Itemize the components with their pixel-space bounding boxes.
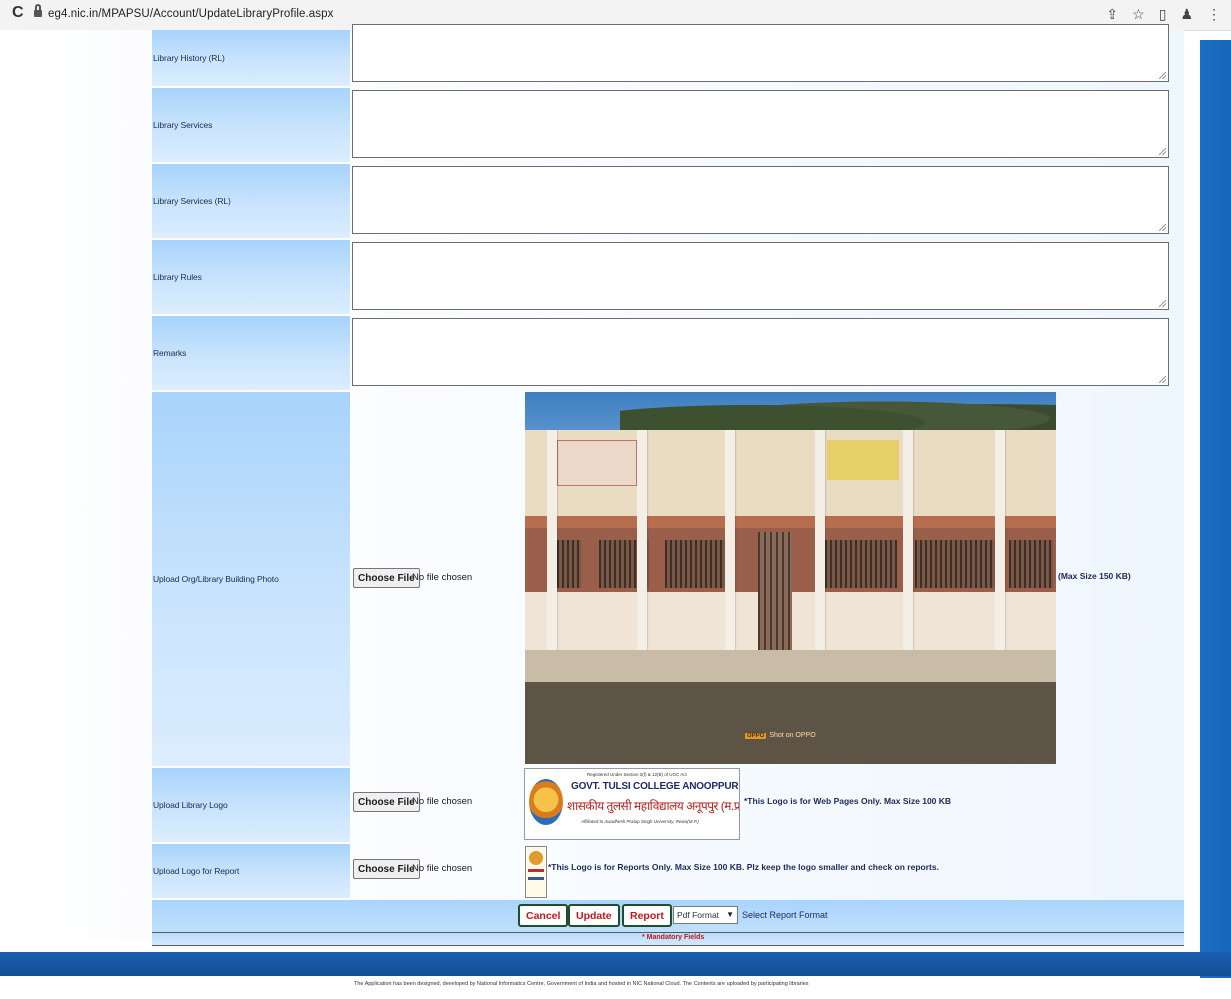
library-logo-file-status: No file chosen bbox=[412, 796, 473, 807]
remarks-textarea[interactable] bbox=[352, 318, 1169, 386]
library-logo-preview: Registered Under Section 2(f) & 12(B) of… bbox=[524, 768, 740, 840]
report-logo-size-note: *This Logo is for Reports Only. Max Size… bbox=[548, 862, 939, 872]
logo-affiliation-text: Affiliated to Awadhesh Pratap Singh Univ… bbox=[581, 819, 699, 824]
cancel-button[interactable]: Cancel bbox=[518, 904, 569, 927]
field-label: Library Rules bbox=[153, 272, 202, 282]
bookmark-star-icon[interactable]: ☆ bbox=[1132, 6, 1145, 23]
library-services-textarea[interactable] bbox=[352, 90, 1169, 158]
report-logo-preview bbox=[525, 846, 547, 898]
library-services-rl-textarea[interactable] bbox=[352, 166, 1169, 234]
logo-registration-text: Registered Under Section 2(f) & 12(B) of… bbox=[587, 772, 687, 777]
menu-icon[interactable]: ⋮ bbox=[1207, 6, 1221, 23]
building-photo-preview: OPPO Shot on OPPO bbox=[525, 392, 1056, 764]
library-profile-form: Library History (RL) Library Services Li… bbox=[152, 24, 1184, 948]
oppo-icon: OPPO bbox=[745, 733, 767, 739]
address-bar[interactable]: eg4.nic.in/MPAPSU/Account/UpdateLibraryP… bbox=[48, 8, 334, 20]
row-library-rules: Library Rules bbox=[152, 240, 1184, 316]
reload-icon[interactable]: C bbox=[12, 4, 24, 22]
row-report-logo: Upload Logo for Report bbox=[152, 844, 1184, 900]
college-emblem-icon bbox=[529, 779, 563, 825]
browser-actions: ⇪ ☆ ▯ ♟ ⋮ bbox=[1106, 6, 1221, 23]
library-rules-textarea[interactable] bbox=[352, 242, 1169, 310]
row-library-history-rl: Library History (RL) bbox=[152, 24, 1184, 88]
update-button[interactable]: Update bbox=[568, 904, 620, 927]
field-label: Upload Org/Library Building Photo bbox=[153, 574, 279, 584]
page-margin bbox=[0, 30, 155, 940]
field-label: Upload Logo for Report bbox=[153, 866, 240, 876]
row-library-services-rl: Library Services (RL) bbox=[152, 164, 1184, 240]
row-library-services: Library Services bbox=[152, 88, 1184, 164]
report-format-selected: Pdf Format bbox=[677, 910, 720, 920]
footer: The Application has been designed, devel… bbox=[0, 978, 1231, 999]
row-remarks: Remarks bbox=[152, 316, 1184, 392]
profile-icon[interactable]: ♟ bbox=[1180, 6, 1193, 23]
logo-college-name: GOVT. TULSI COLLEGE ANOOPPUR,(M.P) bbox=[571, 781, 739, 792]
field-label: Upload Library Logo bbox=[153, 800, 228, 810]
mandatory-fields-note: * Mandatory Fields bbox=[642, 934, 705, 941]
report-logo-choose-file-button[interactable]: Choose File bbox=[353, 859, 420, 879]
form-action-bar: Cancel Update Report Pdf Format ▼ Select… bbox=[152, 900, 1184, 932]
chevron-down-icon: ▼ bbox=[726, 910, 734, 919]
report-format-select[interactable]: Pdf Format ▼ bbox=[673, 906, 738, 924]
library-logo-choose-file-button[interactable]: Choose File bbox=[353, 792, 420, 812]
footer-band bbox=[0, 952, 1231, 976]
field-label: Library Services bbox=[153, 120, 213, 130]
photo-watermark: OPPO Shot on OPPO bbox=[745, 732, 816, 739]
logo-college-name-hindi: शासकीय तुलसी महाविद्यालय अनूपपुर (म.प्र.… bbox=[567, 799, 740, 813]
report-button[interactable]: Report bbox=[622, 904, 672, 927]
lock-icon[interactable] bbox=[34, 4, 42, 17]
report-logo-file-status: No file chosen bbox=[412, 863, 473, 874]
library-logo-size-note: *This Logo is for Web Pages Only. Max Si… bbox=[744, 796, 952, 806]
report-format-label: Select Report Format bbox=[742, 910, 828, 920]
building-photo-choose-file-button[interactable]: Choose File bbox=[353, 568, 420, 588]
field-label: Library History (RL) bbox=[153, 53, 225, 63]
sidepanel-icon[interactable]: ▯ bbox=[1159, 6, 1167, 23]
building-photo-size-note: (Max Size 150 KB) bbox=[1058, 571, 1131, 581]
mandatory-fields-row: * Mandatory Fields bbox=[152, 932, 1184, 946]
page-side-band bbox=[1200, 40, 1231, 999]
footer-disclaimer: The Application has been designed, devel… bbox=[354, 981, 809, 987]
field-label: Library Services (RL) bbox=[153, 196, 231, 206]
field-label: Remarks bbox=[153, 348, 187, 358]
building-photo-file-status: No file chosen bbox=[412, 572, 473, 583]
library-history-rl-textarea[interactable] bbox=[352, 24, 1169, 82]
share-icon[interactable]: ⇪ bbox=[1106, 6, 1118, 23]
